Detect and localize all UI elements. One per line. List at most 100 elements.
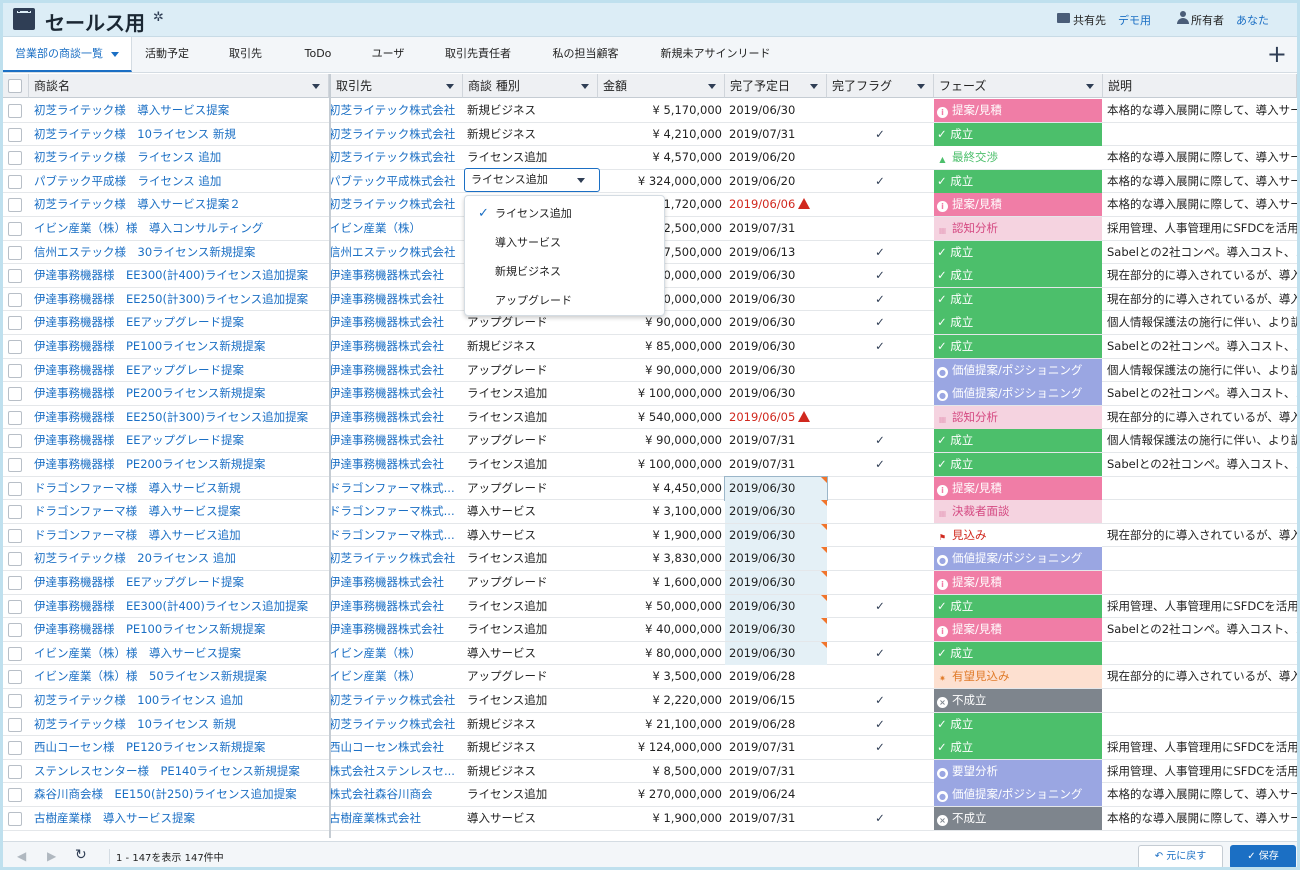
account-link[interactable]: 伊達事務機器株式会社	[327, 288, 463, 311]
col-header-close-date[interactable]: 完了予定日	[725, 74, 827, 98]
description-cell[interactable]	[1103, 571, 1297, 594]
opportunity-name-link[interactable]: 初芝ライテック様 10ライセンス 新規	[29, 123, 327, 146]
opportunity-name-link[interactable]: 初芝ライテック様 100ライセンス 追加	[29, 689, 327, 712]
closed-flag-check[interactable]: ✓	[827, 241, 933, 264]
row-checkbox[interactable]	[8, 717, 22, 732]
opportunity-name-link[interactable]: 初芝ライテック様 10ライセンス 新規	[29, 713, 327, 736]
type-cell[interactable]: ライセンス追加	[463, 146, 598, 169]
phase-badge[interactable]: i 提案/見積	[934, 193, 1102, 217]
description-cell[interactable]: Sabelとの2社コンペ。導入コスト、メ	[1103, 241, 1297, 264]
chevron-down-icon[interactable]	[708, 84, 716, 89]
type-cell[interactable]: アップグレード	[463, 571, 598, 594]
phase-badge[interactable]: ● 価値提案/ポジショニング	[934, 783, 1102, 807]
opportunity-name-link[interactable]: 伊達事務機器様 EEアップグレード提案	[29, 571, 327, 594]
chevron-down-icon[interactable]	[312, 84, 320, 89]
row-checkbox[interactable]	[8, 387, 22, 402]
menu-item-license-add[interactable]: ✓ ライセンス追加	[465, 200, 664, 229]
opportunity-name-link[interactable]: 伊達事務機器様 EE300(計400)ライセンス追加提案	[29, 595, 327, 618]
description-cell[interactable]: 採用管理、人事管理用にSFDCを活用	[1103, 760, 1297, 783]
account-link[interactable]: 初芝ライテック株式会社	[327, 146, 463, 169]
close-date-cell[interactable]: 2019/06/30	[725, 641, 827, 665]
account-link[interactable]: 伊達事務機器株式会社	[327, 453, 463, 476]
account-link[interactable]: 伊達事務機器株式会社	[327, 335, 463, 358]
amount-cell[interactable]: ¥ 4,570,000	[598, 146, 725, 169]
description-cell[interactable]: 個人情報保護法の施行に伴い、より訓	[1103, 311, 1297, 334]
close-date-cell[interactable]: 2019/06/13	[725, 241, 827, 264]
amount-cell[interactable]: ¥ 2,220,000	[598, 689, 725, 712]
phase-badge[interactable]: i 提案/見積	[934, 618, 1102, 642]
chevron-down-icon[interactable]	[917, 84, 925, 89]
phase-badge[interactable]: i 提案/見積	[934, 99, 1102, 122]
type-cell[interactable]: アップグレード	[463, 665, 598, 688]
type-cell[interactable]: ライセンス追加	[463, 783, 598, 806]
amount-cell[interactable]: ¥ 3,830,000	[598, 547, 725, 570]
phase-badge[interactable]: ✓ 成立	[934, 335, 1102, 358]
add-tab-icon[interactable]: +	[1267, 41, 1287, 67]
account-link[interactable]: 初芝ライテック株式会社	[327, 123, 463, 146]
row-checkbox[interactable]	[8, 505, 22, 520]
col-header-closed-flag[interactable]: 完了フラグ	[827, 74, 934, 98]
amount-cell[interactable]: ¥ 4,210,000	[598, 123, 725, 146]
opportunity-name-link[interactable]: ドラゴンファーマ様 導入サービス追加	[29, 524, 327, 547]
amount-cell[interactable]: ¥ 124,000,000	[598, 736, 725, 759]
row-checkbox[interactable]	[8, 151, 22, 166]
description-cell[interactable]: 個人情報保護法の施行に伴い、より訓	[1103, 359, 1297, 382]
phase-badge[interactable]: ✓ 成立	[934, 287, 1102, 311]
account-link[interactable]: 伊達事務機器株式会社	[327, 595, 463, 618]
close-date-cell[interactable]: 2019/06/05	[725, 406, 827, 429]
menu-item-upgrade[interactable]: アップグレード	[465, 287, 664, 316]
col-header-type[interactable]: 商談 種別	[463, 74, 598, 98]
close-date-cell[interactable]: 2019/06/30	[725, 382, 827, 405]
amount-cell[interactable]: ¥ 8,500,000	[598, 760, 725, 783]
menu-item-implementation[interactable]: 導入サービス	[465, 229, 664, 258]
type-cell[interactable]: 新規ビジネス	[463, 736, 598, 759]
amount-cell[interactable]: ¥ 21,100,000	[598, 713, 725, 736]
closed-flag-check[interactable]: ✓	[827, 288, 933, 311]
description-cell[interactable]: 現在部分的に導入されているが、導入	[1103, 288, 1297, 311]
closed-flag-check[interactable]	[827, 477, 933, 500]
closed-flag-check[interactable]: ✓	[827, 429, 933, 452]
closed-flag-check[interactable]: ✓	[827, 807, 933, 830]
account-link[interactable]: 伊達事務機器株式会社	[327, 571, 463, 594]
opportunity-name-link[interactable]: 信州エステック様 30ライセンス新規提案	[29, 241, 327, 264]
opportunity-name-link[interactable]: イビン産業（株）様 導入コンサルティング	[29, 217, 327, 240]
description-cell[interactable]	[1103, 123, 1297, 146]
opportunity-name-link[interactable]: 伊達事務機器様 EEアップグレード提案	[29, 429, 327, 452]
row-checkbox[interactable]	[8, 552, 22, 567]
closed-flag-check[interactable]: ✓	[827, 642, 933, 665]
close-date-cell[interactable]: 2019/06/30	[725, 500, 827, 524]
type-cell[interactable]: ライセンス追加	[463, 406, 598, 429]
tab-accounts[interactable]: 取引先	[213, 37, 278, 72]
phase-badge[interactable]: ✓ 成立	[934, 169, 1102, 193]
closed-flag-check[interactable]	[827, 146, 933, 169]
chevron-down-icon[interactable]	[577, 178, 585, 183]
amount-cell[interactable]: ¥ 90,000,000	[598, 359, 725, 382]
account-link[interactable]: イビン産業（株）	[327, 642, 463, 665]
amount-cell[interactable]: ¥ 100,000,000	[598, 453, 725, 476]
closed-flag-check[interactable]	[827, 217, 933, 240]
tab-unassigned-leads[interactable]: 新規未アサインリード	[648, 37, 783, 72]
description-cell[interactable]: Sabelとの2社コンペ。導入コスト、メ	[1103, 382, 1297, 405]
type-cell[interactable]: ライセンス追加	[463, 689, 598, 712]
type-cell[interactable]: 新規ビジネス	[463, 760, 598, 783]
phase-badge[interactable]: ⚑ 見込み	[934, 523, 1102, 547]
row-checkbox[interactable]	[8, 576, 22, 590]
row-checkbox[interactable]	[8, 269, 22, 284]
close-date-cell[interactable]: 2019/06/30	[725, 359, 827, 382]
amount-cell[interactable]: ¥ 90,000,000	[598, 429, 725, 452]
opportunity-name-link[interactable]: 初芝ライテック様 導入サービス提案２	[29, 193, 327, 216]
opportunity-name-link[interactable]: ステンレスセンター様 PE140ライセンス新規提案	[29, 760, 327, 783]
opportunity-name-link[interactable]: イビン産業（株）様 50ライセンス新規提案	[29, 665, 327, 688]
close-date-cell[interactable]: 2019/06/30	[725, 99, 827, 122]
row-checkbox[interactable]	[8, 458, 22, 472]
amount-cell[interactable]: ¥ 4,450,000	[598, 477, 725, 500]
close-date-cell[interactable]: 2019/06/30	[725, 547, 827, 571]
amount-cell[interactable]: ¥ 100,000,000	[598, 382, 725, 405]
close-date-cell[interactable]: 2019/06/30	[725, 594, 827, 618]
account-link[interactable]: 伊達事務機器株式会社	[327, 382, 463, 405]
account-link[interactable]: 伊達事務機器株式会社	[327, 406, 463, 429]
share-value-link[interactable]: デモ用	[1118, 12, 1151, 28]
description-cell[interactable]: 本格的な導入展開に際して、導入サー	[1103, 807, 1297, 830]
close-date-cell[interactable]: 2019/06/30	[724, 475, 828, 501]
closed-flag-check[interactable]	[827, 99, 933, 122]
